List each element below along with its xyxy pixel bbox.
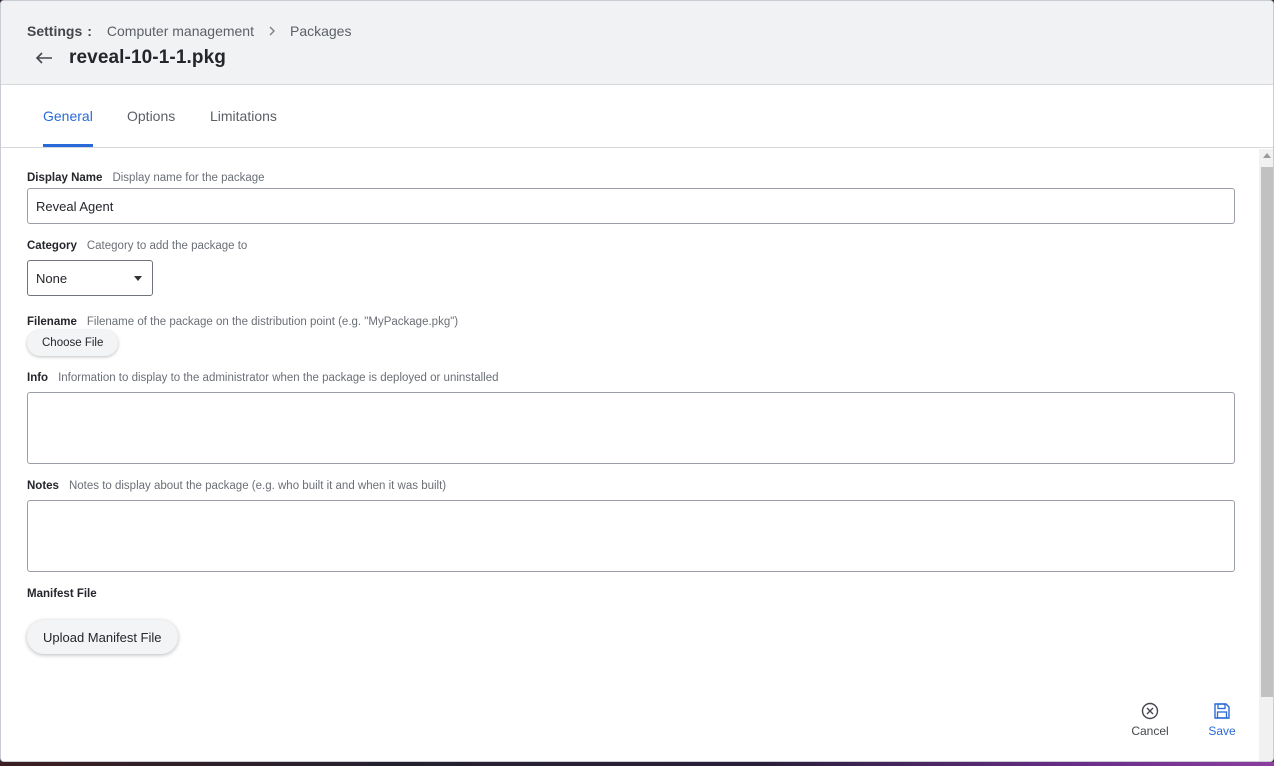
breadcrumb-root[interactable]: Settings [27, 23, 82, 39]
save-label: Save [1208, 724, 1236, 738]
breadcrumb: Settings : Computer management Packages [27, 23, 351, 39]
title-row: reveal-10-1-1.pkg [33, 47, 226, 69]
save-icon [1214, 703, 1230, 719]
cancel-icon [1141, 702, 1159, 720]
save-button[interactable]: Save [1197, 701, 1247, 738]
info-title: Info [27, 372, 49, 384]
notes-title: Notes [27, 480, 59, 492]
page-title: reveal-10-1-1.pkg [69, 47, 226, 68]
breadcrumb-separator: : [87, 23, 92, 39]
tab-limitations[interactable]: Limitations [210, 85, 277, 147]
package-editor-window: Settings : Computer management Packages … [0, 0, 1274, 762]
upload-manifest-button[interactable]: Upload Manifest File [27, 620, 178, 654]
tab-bar: General Options Limitations [1, 85, 1273, 148]
category-label: Category Category to add the package to [27, 240, 247, 252]
info-textarea[interactable] [27, 392, 1235, 464]
filename-label: Filename Filename of the package on the … [27, 316, 458, 328]
scrollbar-thumb[interactable] [1261, 167, 1273, 697]
caret-down-icon [134, 275, 142, 281]
back-arrow-icon[interactable] [33, 47, 55, 69]
chevron-right-icon [268, 24, 276, 39]
category-title: Category [27, 240, 77, 252]
cancel-button[interactable]: Cancel [1125, 701, 1175, 738]
notes-description: Notes to display about the package (e.g.… [68, 480, 447, 492]
manifest-title: Manifest File [27, 588, 97, 600]
cancel-label: Cancel [1131, 724, 1169, 738]
form-content: Display Name Display name for the packag… [1, 149, 1259, 761]
vertical-scrollbar[interactable] [1259, 149, 1273, 761]
choose-file-button[interactable]: Choose File [27, 330, 119, 356]
tab-general[interactable]: General [43, 85, 93, 147]
info-description: Information to display to the administra… [58, 372, 499, 384]
display-name-title: Display Name [27, 172, 103, 184]
category-description: Category to add the package to [86, 240, 248, 252]
desktop-background [0, 762, 1274, 766]
info-label: Info Information to display to the admin… [27, 372, 499, 384]
filename-description: Filename of the package on the distribut… [86, 316, 459, 328]
manifest-label: Manifest File [27, 588, 97, 600]
breadcrumb-computer-management[interactable]: Computer management [107, 23, 254, 39]
notes-textarea[interactable] [27, 500, 1235, 572]
filename-title: Filename [27, 316, 77, 328]
scroll-up-arrow-icon[interactable] [1263, 153, 1271, 158]
notes-label: Notes Notes to display about the package… [27, 480, 446, 492]
category-select[interactable]: None [27, 260, 153, 296]
page-header: Settings : Computer management Packages … [1, 1, 1273, 85]
category-selected-value: None [36, 270, 68, 286]
breadcrumb-packages[interactable]: Packages [290, 23, 351, 39]
display-name-description: Display name for the package [112, 172, 265, 184]
tab-options[interactable]: Options [127, 85, 175, 147]
display-name-label: Display Name Display name for the packag… [27, 172, 265, 184]
display-name-input[interactable] [27, 188, 1235, 224]
